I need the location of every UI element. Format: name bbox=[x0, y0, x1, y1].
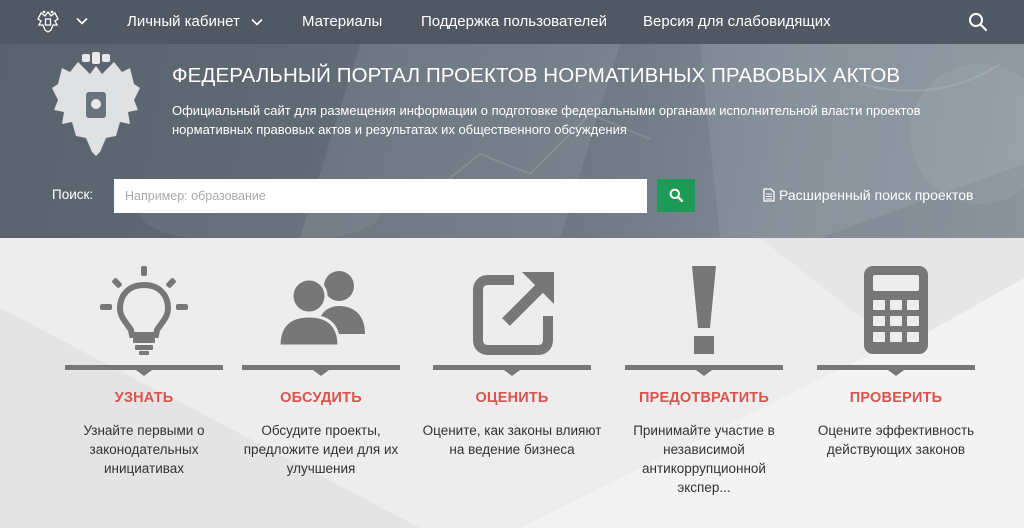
section-divider bbox=[817, 365, 975, 376]
section-divider bbox=[65, 365, 223, 376]
advanced-search-link[interactable]: Расширенный поиск проектов bbox=[763, 187, 973, 203]
hero-banner: ФЕДЕРАЛЬНЫЙ ПОРТАЛ ПРОЕКТОВ НОРМАТИВНЫХ … bbox=[0, 44, 1024, 238]
feature-title: ОБСУДИТЬ bbox=[280, 390, 362, 406]
advanced-search-label: Расширенный поиск проектов bbox=[779, 187, 974, 203]
search-icon bbox=[669, 188, 683, 202]
feature-description: Оцените эффективность действующих законо… bbox=[817, 423, 975, 457]
top-navigation-bar: Личный кабинет Материалы Поддержка польз… bbox=[0, 0, 1024, 44]
search-input[interactable] bbox=[114, 179, 647, 213]
search-submit-button[interactable] bbox=[657, 179, 695, 212]
feature-verify[interactable]: ПРОВЕРИТЬ Оцените эффективность действую… bbox=[806, 238, 986, 528]
feature-title: ОЦЕНИТЬ bbox=[475, 390, 549, 406]
feature-title: УЗНАТЬ bbox=[114, 390, 174, 406]
chevron-down-icon[interactable] bbox=[251, 16, 263, 28]
features-section: УЗНАТЬ Узнайте первыми о законодательных… bbox=[0, 238, 1024, 528]
coat-of-arms-icon bbox=[52, 52, 140, 156]
feature-discuss[interactable]: ОБСУДИТЬ Обсудите проекты, предложите ид… bbox=[231, 238, 411, 528]
calculator-icon bbox=[864, 266, 928, 354]
document-icon bbox=[763, 188, 775, 202]
lightbulb-icon bbox=[100, 266, 188, 355]
chevron-down-icon[interactable] bbox=[76, 15, 88, 27]
section-divider bbox=[242, 365, 400, 376]
feature-prevent[interactable]: ПРЕДОТВРАТИТЬ Принимайте участие в незав… bbox=[614, 238, 794, 528]
feature-title: ПРОВЕРИТЬ bbox=[849, 390, 943, 406]
page-subtitle: Официальный сайт для размещения информац… bbox=[172, 103, 921, 137]
exclamation-icon bbox=[692, 266, 716, 354]
section-divider bbox=[625, 365, 783, 376]
feature-description: Узнайте первыми о законодательных инициа… bbox=[83, 423, 205, 476]
nav-item-support[interactable]: Поддержка пользователей bbox=[421, 13, 607, 30]
feature-title: ПРЕДОТВРАТИТЬ bbox=[638, 390, 769, 406]
section-divider bbox=[433, 365, 591, 376]
search-label: Поиск: bbox=[52, 187, 94, 202]
feature-description: Обсудите проекты, предложите идеи для их… bbox=[243, 423, 399, 476]
feature-description: Принимайте участие в независимой антикор… bbox=[633, 423, 775, 495]
nav-item-materials[interactable]: Материалы bbox=[302, 13, 382, 30]
coat-of-arms-icon[interactable] bbox=[34, 8, 62, 36]
feature-learn[interactable]: УЗНАТЬ Узнайте первыми о законодательных… bbox=[54, 238, 234, 528]
feature-evaluate[interactable]: ОЦЕНИТЬ Оцените, как законы влияют на ве… bbox=[422, 238, 602, 528]
people-icon bbox=[277, 271, 365, 348]
external-link-icon bbox=[473, 272, 554, 355]
nav-item-account[interactable]: Личный кабинет bbox=[127, 13, 240, 30]
nav-item-accessibility[interactable]: Версия для слабовидящих bbox=[643, 13, 831, 30]
search-icon[interactable] bbox=[968, 12, 988, 32]
page-title: ФЕДЕРАЛЬНЫЙ ПОРТАЛ ПРОЕКТОВ НОРМАТИВНЫХ … bbox=[172, 64, 901, 87]
feature-description: Оцените, как законы влияют на ведение би… bbox=[422, 423, 602, 457]
